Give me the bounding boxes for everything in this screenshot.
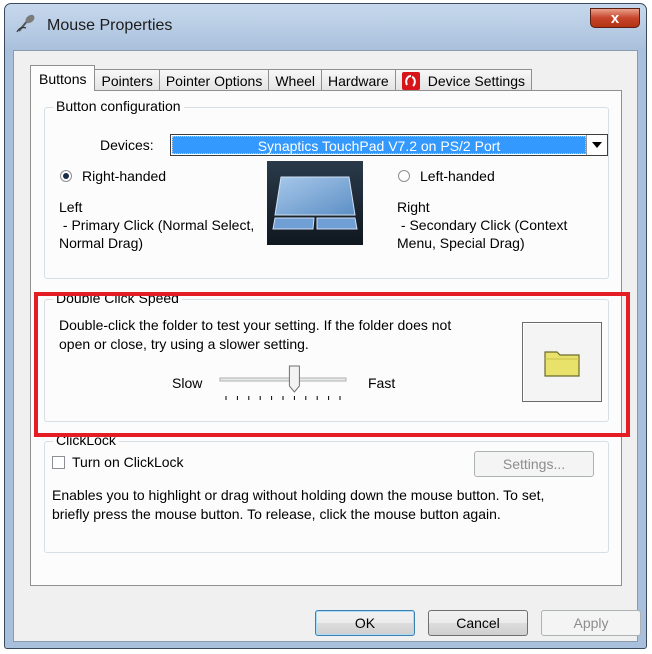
clicklock-desc-line2: briefly press the mouse button. To relea…	[52, 506, 501, 522]
right-button-title: Right	[397, 199, 430, 215]
window-title: Mouse Properties	[47, 17, 173, 34]
tab-pointers-label: Pointers	[101, 72, 153, 89]
clicklock-checkbox-label[interactable]: Turn on ClickLock	[72, 453, 184, 471]
close-button[interactable]: x	[590, 8, 640, 28]
clicklock-desc-line1: Enables you to highlight or drag without…	[52, 487, 545, 503]
left-button-desc-line1: - Primary Click (Normal Select,	[59, 217, 255, 233]
left-button-title: Left	[59, 199, 83, 215]
right-button-desc-line1: - Secondary Click (Context	[397, 217, 568, 233]
right-button-desc-line2: Menu, Special Drag)	[397, 235, 525, 251]
clicklock-settings-button[interactable]: Settings...	[474, 451, 594, 477]
title-bar[interactable]: Mouse Properties x	[5, 4, 646, 50]
tab-device-settings-label: Device Settings	[427, 72, 526, 89]
clicklock-settings-label: Settings...	[502, 456, 566, 472]
tab-wheel-label: Wheel	[275, 72, 316, 89]
tab-pointer-options-label: Pointer Options	[165, 72, 263, 89]
highlight-box	[34, 292, 630, 437]
button-configuration-group: Button configuration Devices: Synaptics …	[44, 98, 609, 279]
touchpad-image	[267, 161, 363, 245]
dropdown-arrow-icon[interactable]	[586, 135, 607, 155]
apply-button-label: Apply	[573, 615, 609, 631]
cancel-button-label: Cancel	[456, 615, 500, 631]
left-handed-radio[interactable]	[398, 170, 410, 182]
tab-hardware-label: Hardware	[328, 72, 389, 89]
tab-strip: Buttons Pointers Pointer Options Wheel H…	[30, 65, 533, 91]
ok-button-label: OK	[354, 615, 376, 631]
tab-device-settings[interactable]: Device Settings	[395, 69, 533, 91]
cancel-button[interactable]: Cancel	[428, 610, 528, 636]
tab-hardware[interactable]: Hardware	[322, 69, 396, 91]
tab-pointers[interactable]: Pointers	[95, 69, 160, 91]
mouse-icon	[16, 14, 35, 33]
devices-dropdown[interactable]: Synaptics TouchPad V7.2 on PS/2 Port	[170, 134, 608, 156]
apply-button[interactable]: Apply	[541, 610, 641, 636]
close-icon: x	[610, 9, 620, 27]
button-configuration-title: Button configuration	[53, 98, 184, 114]
synaptics-icon	[401, 71, 420, 90]
tab-buttons-label: Buttons	[39, 70, 87, 87]
ok-button[interactable]: OK	[315, 610, 415, 636]
left-button-desc-line2: Normal Drag)	[59, 235, 144, 251]
tab-buttons[interactable]: Buttons	[30, 65, 96, 91]
right-handed-label[interactable]: Right-handed	[82, 167, 166, 185]
left-handed-label[interactable]: Left-handed	[420, 167, 495, 185]
devices-label: Devices:	[100, 137, 154, 153]
devices-selected-value: Synaptics TouchPad V7.2 on PS/2 Port	[172, 136, 586, 154]
right-handed-radio[interactable]	[60, 170, 72, 182]
tab-pointer-options[interactable]: Pointer Options	[159, 69, 270, 91]
tab-wheel[interactable]: Wheel	[269, 69, 323, 91]
clicklock-checkbox[interactable]	[52, 456, 65, 469]
